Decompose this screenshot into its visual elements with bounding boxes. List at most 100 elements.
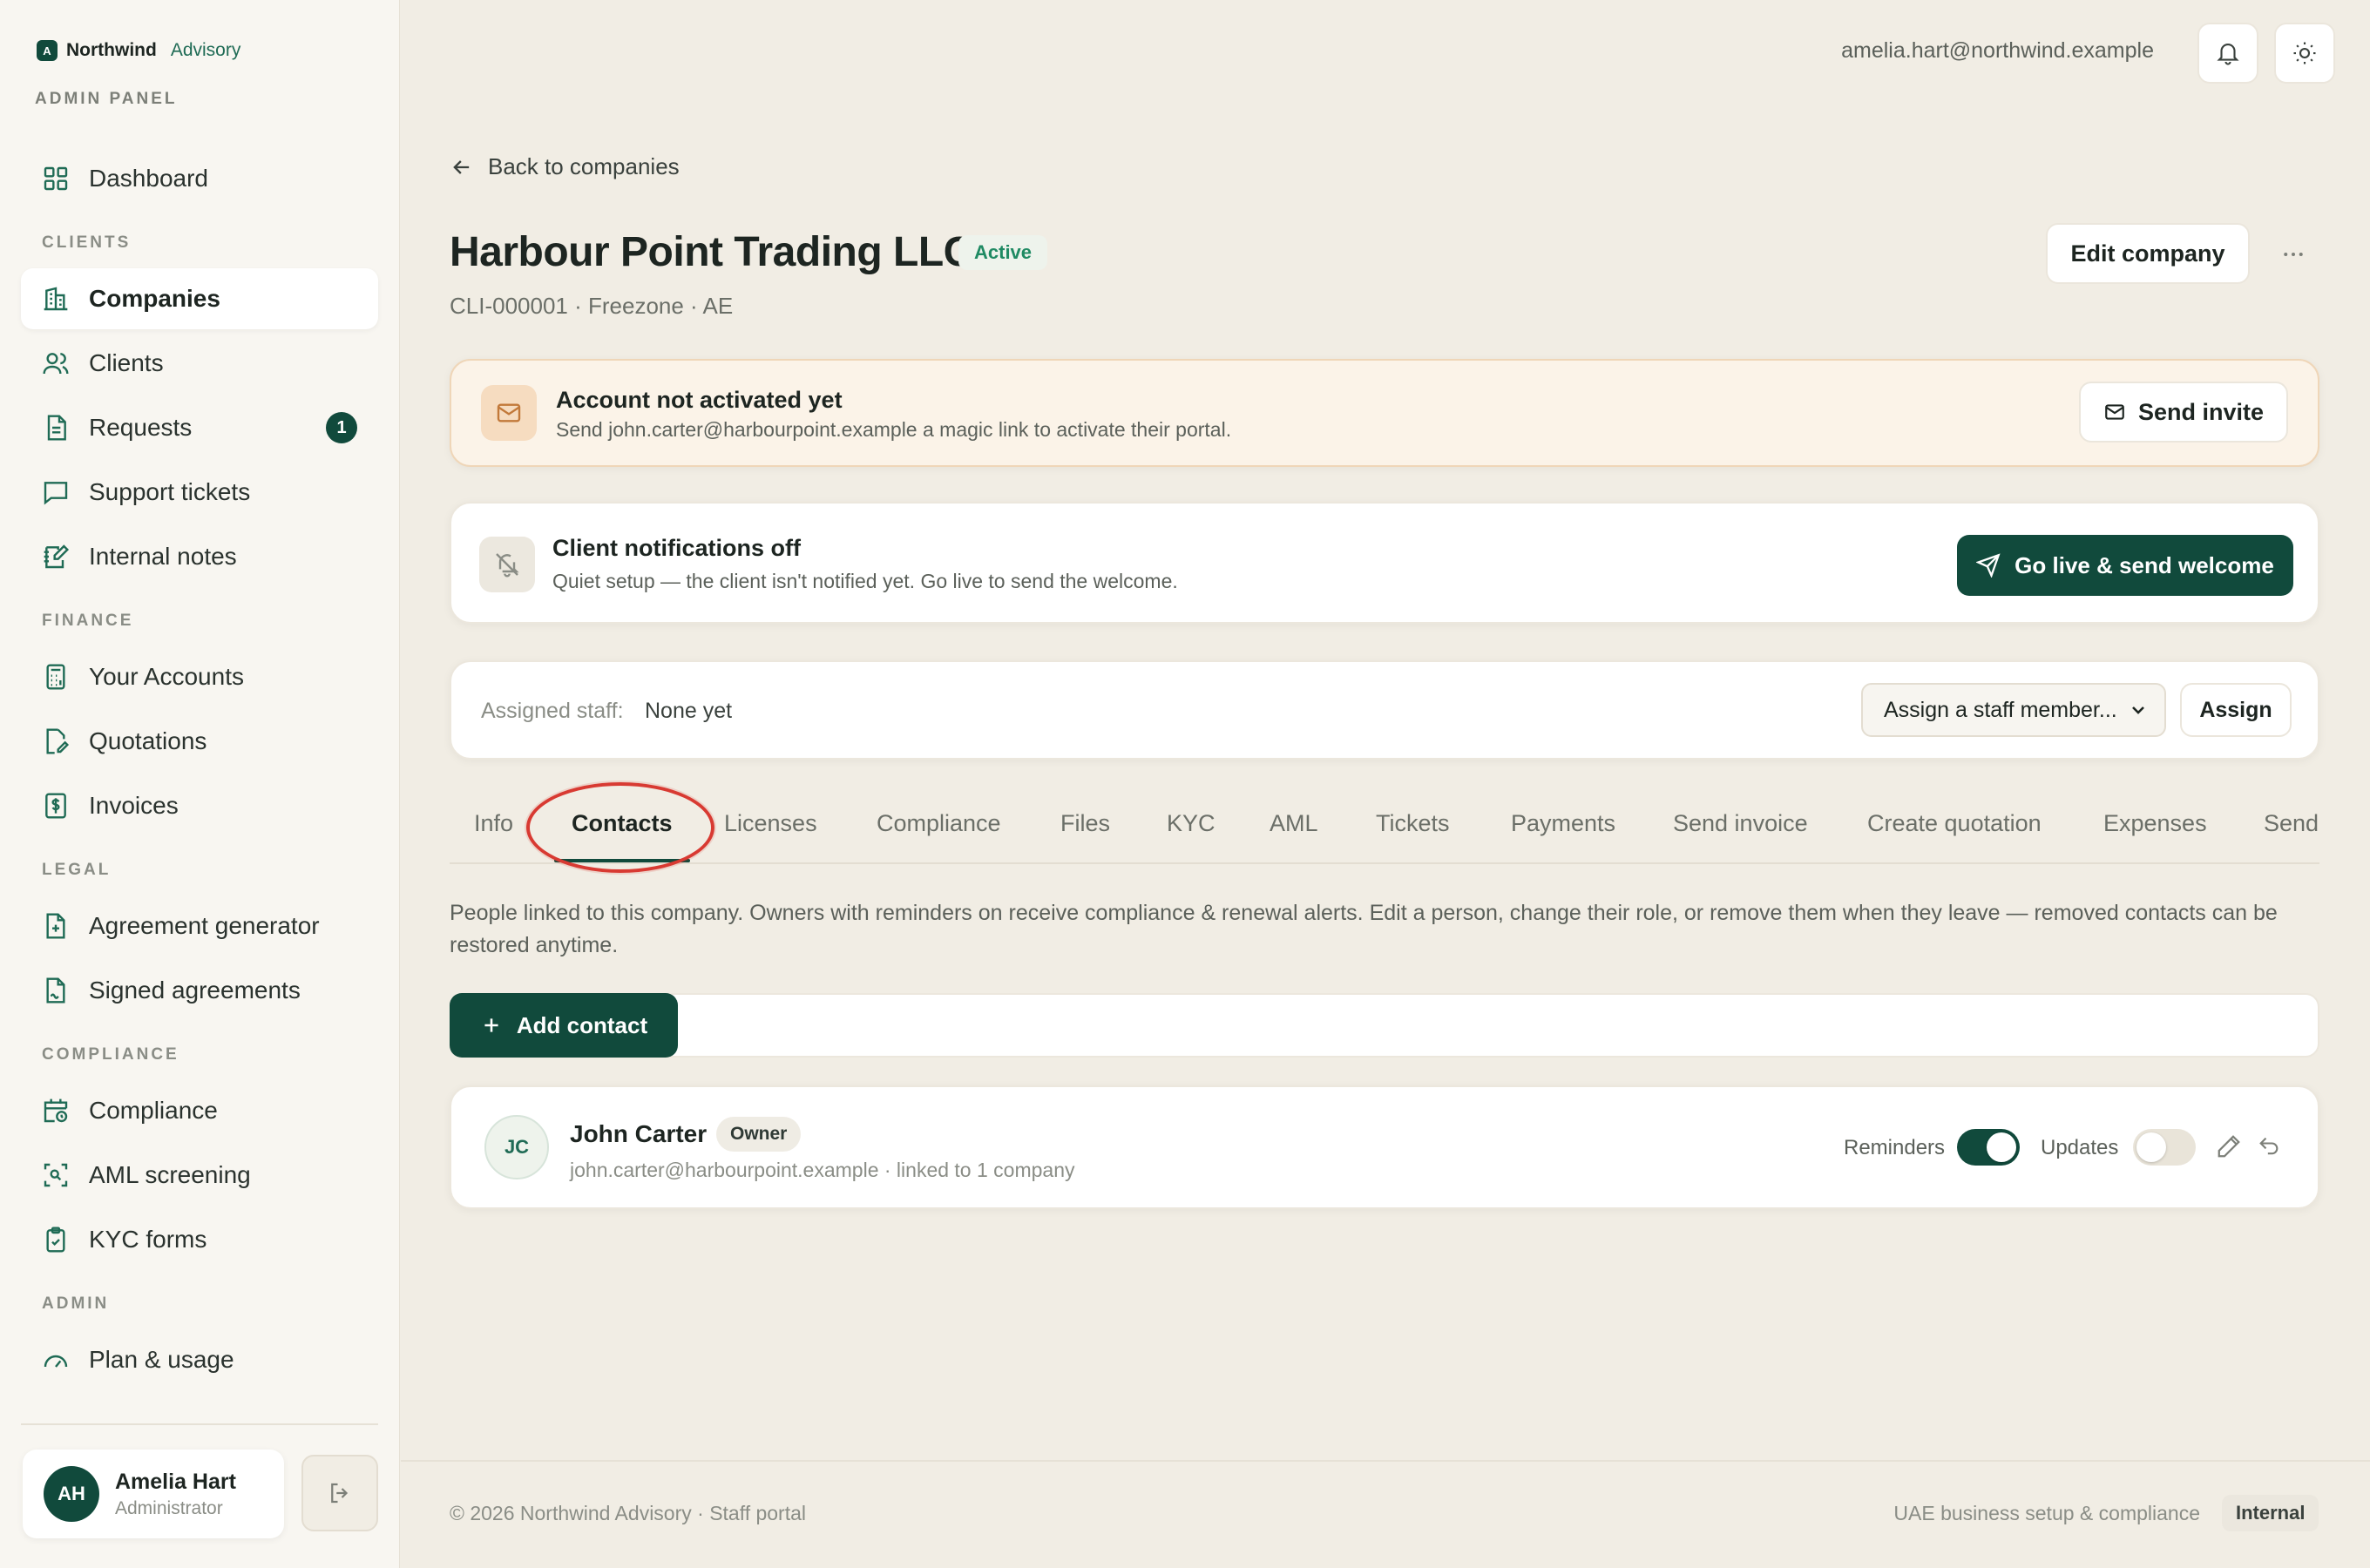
sidebar-item-label: Support tickets <box>89 478 251 505</box>
sidebar-item-clients[interactable]: Clients <box>21 333 378 394</box>
file-signature-icon <box>42 977 70 1004</box>
assigned-staff-label: Assigned staff: <box>481 699 624 723</box>
document-icon <box>42 414 70 442</box>
contact-row: JC John Carter Owner john.carter@harbour… <box>450 1085 2319 1209</box>
edit-contact-button[interactable] <box>2213 1131 2245 1162</box>
nav-section-legal: LEGAL <box>42 861 112 879</box>
assign-button[interactable]: Assign <box>2180 683 2292 737</box>
header-user-email: amelia.hart@northwind.example <box>1841 38 2154 63</box>
invoice-dollar-icon <box>42 792 70 820</box>
sidebar-item-internal-notes[interactable]: Internal notes <box>21 526 378 587</box>
staff-member-select[interactable]: Assign a staff member... <box>1861 683 2166 737</box>
sidebar-item-quotations[interactable]: Quotations <box>21 711 378 772</box>
sidebar-nav: Dashboard CLIENTS Companies Clients Requ… <box>21 148 378 1394</box>
user-name: Amelia Hart <box>115 1469 236 1494</box>
tab-send[interactable]: Send <box>2264 810 2319 837</box>
sidebar-item-label: Companies <box>89 285 220 312</box>
chevron-down-icon <box>2128 700 2149 720</box>
logout-icon <box>327 1480 353 1506</box>
file-edit-icon <box>42 727 70 755</box>
avatar: AH <box>44 1466 99 1522</box>
send-invite-button[interactable]: Send invite <box>2079 382 2288 443</box>
calculator-icon <box>42 663 70 691</box>
tab-send-invoice[interactable]: Send invoice <box>1673 810 1808 837</box>
footer-divider <box>401 1460 2370 1462</box>
nav-section-admin: ADMIN <box>42 1294 110 1313</box>
sidebar-item-agreement-generator[interactable]: Agreement generator <box>21 896 378 956</box>
arrow-left-icon <box>450 155 474 179</box>
reminders-toggle[interactable] <box>1957 1129 2020 1166</box>
nav-section-compliance: COMPLIANCE <box>42 1045 179 1064</box>
send-icon <box>1976 553 2001 578</box>
activation-alert: Account not activated yet Send john.cart… <box>450 359 2319 467</box>
brand-logo: A <box>37 40 58 61</box>
sidebar-item-signed-agreements[interactable]: Signed agreements <box>21 960 378 1021</box>
tab-files[interactable]: Files <box>1060 810 1110 837</box>
tab-compliance[interactable]: Compliance <box>877 810 1001 837</box>
activation-title: Account not activated yet <box>556 387 843 413</box>
more-horizontal-icon <box>2280 241 2306 267</box>
sidebar-item-plan-usage[interactable]: Plan & usage <box>21 1329 378 1390</box>
tab-create-quotation[interactable]: Create quotation <box>1867 810 2042 837</box>
remove-contact-button[interactable] <box>2253 1131 2285 1162</box>
assigned-staff-value: None yet <box>645 699 733 723</box>
note-edit-icon <box>42 543 70 571</box>
brand[interactable]: A Northwind Advisory <box>37 40 240 61</box>
sidebar-item-aml-screening[interactable]: AML screening <box>21 1145 378 1206</box>
back-label: Back to companies <box>488 153 680 179</box>
file-plus-icon <box>42 912 70 940</box>
sidebar-item-requests[interactable]: Requests 1 <box>21 397 378 458</box>
back-to-companies-link[interactable]: Back to companies <box>450 153 680 180</box>
sidebar-item-label: Internal notes <box>89 543 237 570</box>
tab-tickets[interactable]: Tickets <box>1376 810 1450 837</box>
notifications-desc: Quiet setup — the client isn't notified … <box>552 570 1178 592</box>
sidebar-item-label: Clients <box>89 349 164 376</box>
sidebar-item-dashboard[interactable]: Dashboard <box>21 148 378 209</box>
notifications-alert: Client notifications off Quiet setup — t… <box>450 502 2319 624</box>
go-live-button[interactable]: Go live & send welcome <box>1957 535 2293 596</box>
sidebar-item-companies[interactable]: Companies <box>21 268 378 329</box>
add-contact-bar <box>450 993 2319 1058</box>
sidebar-item-compliance[interactable]: Compliance <box>21 1080 378 1141</box>
company-tabs: Info Contacts Licenses Compliance Files … <box>450 801 2319 864</box>
tab-licenses[interactable]: Licenses <box>724 810 817 837</box>
more-actions-button[interactable] <box>2269 235 2318 274</box>
edit-company-button[interactable]: Edit company <box>2046 223 2250 284</box>
logout-button[interactable] <box>301 1455 378 1531</box>
user-card[interactable]: AH Amelia Hart Administrator <box>23 1450 284 1538</box>
sidebar-item-label: Dashboard <box>89 165 208 192</box>
sidebar-item-invoices[interactable]: Invoices <box>21 775 378 836</box>
go-live-label: Go live & send welcome <box>2014 551 2274 578</box>
users-icon <box>42 349 70 377</box>
sidebar-item-support-tickets[interactable]: Support tickets <box>21 462 378 523</box>
sidebar-item-your-accounts[interactable]: Your Accounts <box>21 646 378 707</box>
updates-toggle[interactable] <box>2133 1129 2196 1166</box>
undo-icon <box>2257 1134 2281 1159</box>
brand-sub: Advisory <box>170 40 241 60</box>
notifications-button[interactable] <box>2197 23 2258 84</box>
sidebar-item-label: Requests <box>89 414 193 441</box>
tab-contacts[interactable]: Contacts <box>572 810 673 837</box>
add-contact-button[interactable]: Add contact <box>450 993 678 1058</box>
sidebar-item-kyc-forms[interactable]: KYC forms <box>21 1209 378 1270</box>
tab-payments[interactable]: Payments <box>1511 810 1615 837</box>
contact-name: John Carter <box>570 1120 708 1147</box>
contact-role-badge: Owner <box>716 1117 802 1152</box>
reminders-label: Reminders <box>1844 1136 1946 1159</box>
tab-aml[interactable]: AML <box>1270 810 1318 837</box>
plus-icon <box>480 1014 503 1037</box>
tab-kyc[interactable]: KYC <box>1167 810 1215 837</box>
tab-info[interactable]: Info <box>474 810 513 837</box>
theme-toggle-button[interactable] <box>2274 23 2335 84</box>
sidebar-divider <box>21 1423 378 1425</box>
building-icon <box>42 285 70 313</box>
contacts-intro: People linked to this company. Owners wi… <box>450 901 2278 957</box>
clipboard-check-icon <box>42 1226 70 1254</box>
mail-icon <box>481 385 537 441</box>
pencil-icon <box>2216 1133 2242 1159</box>
tab-expenses[interactable]: Expenses <box>2103 810 2207 837</box>
admin-panel-label: ADMIN PANEL <box>35 90 178 108</box>
sun-icon <box>2292 40 2318 66</box>
mail-icon <box>2103 401 2126 423</box>
internal-badge: Internal <box>2222 1495 2319 1531</box>
